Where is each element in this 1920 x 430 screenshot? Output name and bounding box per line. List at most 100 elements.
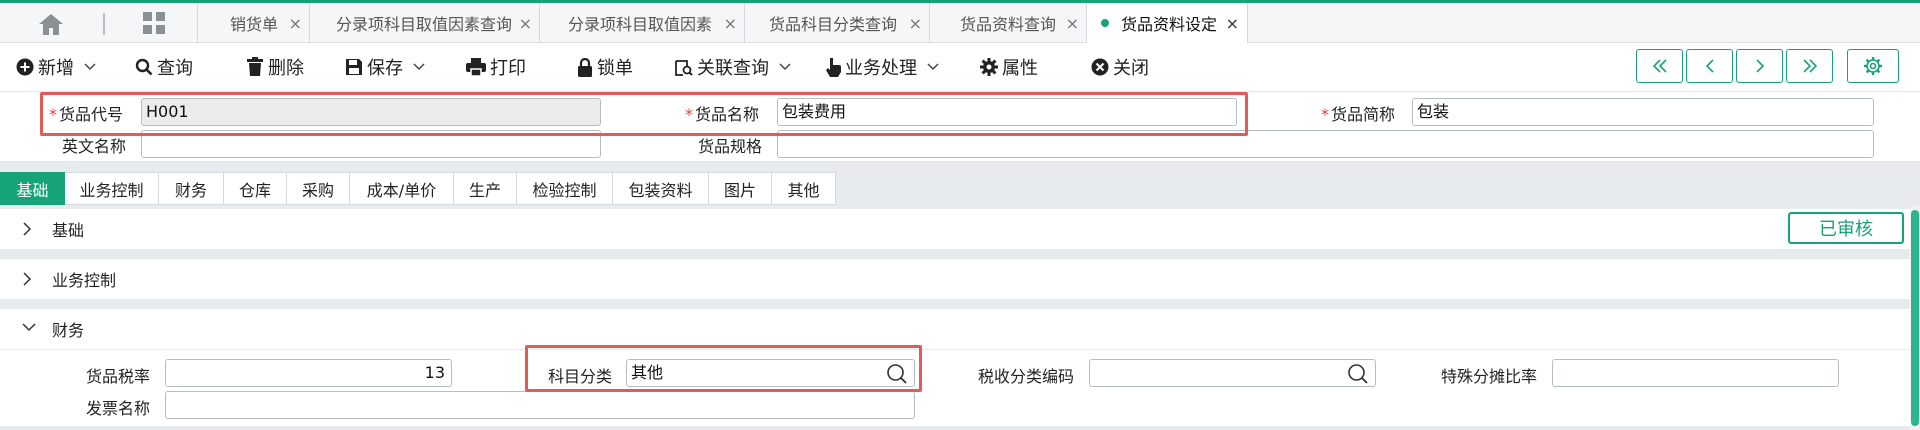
print-button[interactable]: 打印	[466, 55, 526, 79]
properties-button[interactable]: 属性	[980, 55, 1038, 79]
window-tab-bar: 销货单 × 分录项科目取值因素查询 × 分录项科目取值因素 × 货品科目分类查询…	[0, 0, 1920, 43]
lock-icon	[578, 57, 592, 77]
chevron-right-icon	[1755, 59, 1764, 73]
add-button[interactable]: 新增	[16, 55, 100, 79]
invoice-name-field[interactable]	[165, 391, 915, 419]
tab-label: 货品科目分类查询	[769, 15, 898, 34]
chevron-right-icon	[23, 272, 32, 286]
lock-label: 锁单	[597, 58, 633, 79]
search-icon	[135, 58, 153, 76]
chevron-right-icon	[23, 222, 32, 236]
section-title: 财务	[52, 321, 85, 340]
business-process-button[interactable]: 业务处理	[825, 55, 943, 79]
tab-business-control[interactable]: 业务控制	[65, 172, 159, 205]
related-query-icon	[675, 59, 693, 76]
tab-sales-slip[interactable]: 销货单 ×	[197, 3, 310, 43]
chevron-down-icon[interactable]	[927, 63, 939, 71]
close-icon[interactable]: ×	[1226, 14, 1239, 33]
goods-short-name-field[interactable]: 包装	[1412, 98, 1874, 126]
scrollbar-thumb[interactable]	[1911, 210, 1919, 426]
tab-label: 分录项科目取值因素查询	[336, 15, 513, 34]
tab-goods-subject-category-query[interactable]: 货品科目分类查询 ×	[744, 3, 930, 43]
tax-rate-label: 货品税率	[86, 367, 151, 386]
related-query-button[interactable]: 关联查询	[675, 55, 795, 79]
chevron-down-icon[interactable]	[413, 63, 425, 71]
tab-goods-info-setup[interactable]: 货品资料设定 ×	[1086, 3, 1248, 43]
section-title: 业务控制	[52, 271, 117, 290]
tab-production[interactable]: 生产	[454, 172, 517, 205]
save-button[interactable]: 保存	[345, 55, 429, 79]
add-label: 新增	[38, 58, 74, 79]
tab-label: 货品资料设定	[1121, 15, 1218, 34]
business-process-label: 业务处理	[845, 58, 917, 79]
tab-inspection-control[interactable]: 检验控制	[517, 172, 613, 205]
special-allocation-ratio-label: 特殊分摊比率	[1441, 367, 1538, 386]
close-icon[interactable]: ×	[909, 14, 922, 33]
goods-short-name-label: * 货品简称	[1321, 101, 1395, 125]
floppy-disk-icon	[346, 59, 362, 75]
close-icon[interactable]: ×	[289, 14, 302, 33]
status-badge: 已审核	[1788, 212, 1904, 244]
query-button[interactable]: 查询	[135, 55, 193, 79]
finance-panel: 货品税率 13 科目分类 其他 税收分类编码 特殊分摊比率 发票名称	[0, 350, 1910, 426]
last-record-button[interactable]	[1786, 49, 1833, 83]
chevron-down-icon[interactable]	[779, 63, 791, 71]
tab-packaging-info[interactable]: 包装资料	[613, 172, 709, 205]
plus-circle-icon	[16, 58, 34, 76]
tab-label: 销货单	[230, 15, 279, 34]
save-label: 保存	[367, 58, 403, 79]
goods-short-name-label-text: 货品简称	[1331, 105, 1396, 124]
chevron-left-icon	[1705, 59, 1714, 73]
close-label: 关闭	[1113, 58, 1149, 79]
tab-basic[interactable]: 基础	[0, 172, 65, 205]
special-allocation-ratio-field[interactable]	[1552, 359, 1839, 387]
tab-entry-subject-factor[interactable]: 分录项科目取值因素 ×	[539, 3, 745, 43]
gear-icon	[980, 58, 998, 76]
settings-button[interactable]	[1847, 49, 1899, 83]
divider	[103, 13, 105, 35]
invoice-name-label: 发票名称	[86, 399, 151, 418]
tab-finance[interactable]: 财务	[159, 172, 224, 205]
hand-pointer-icon	[826, 58, 841, 77]
previous-record-button[interactable]	[1686, 49, 1733, 83]
tab-warehouse[interactable]: 仓库	[224, 172, 287, 205]
tab-goods-info-query[interactable]: 货品资料查询 ×	[929, 3, 1087, 43]
printer-icon	[466, 58, 486, 76]
query-label: 查询	[157, 58, 193, 79]
home-icon[interactable]	[36, 11, 66, 37]
chevron-down-icon[interactable]	[84, 63, 96, 71]
tax-category-code-field[interactable]	[1089, 359, 1376, 387]
tab-cost-price[interactable]: 成本/单价	[350, 172, 454, 205]
highlight-box	[525, 345, 922, 392]
goods-spec-label: 货品规格	[698, 137, 763, 156]
tax-category-code-label: 税收分类编码	[978, 367, 1075, 386]
related-query-label: 关联查询	[697, 58, 769, 79]
lock-button[interactable]: 锁单	[577, 55, 633, 79]
close-button[interactable]: 关闭	[1091, 55, 1149, 79]
close-icon[interactable]: ×	[1066, 14, 1079, 33]
section-basic-header[interactable]: 基础	[0, 209, 1910, 249]
chevron-down-icon	[22, 323, 36, 332]
section-finance-header[interactable]: 财务	[0, 309, 1910, 349]
tab-images[interactable]: 图片	[709, 172, 772, 205]
tab-purchase[interactable]: 采购	[287, 172, 350, 205]
required-mark: *	[1321, 105, 1329, 124]
close-icon[interactable]: ×	[724, 14, 737, 33]
tab-entry-subject-factor-query[interactable]: 分录项科目取值因素查询 ×	[309, 3, 540, 43]
first-record-button[interactable]	[1636, 49, 1683, 83]
double-chevron-left-icon	[1652, 59, 1667, 73]
tab-label: 货品资料查询	[960, 15, 1057, 34]
active-dot-icon	[1101, 19, 1109, 27]
app-grid-icon[interactable]	[142, 11, 166, 35]
search-icon[interactable]	[1347, 363, 1369, 385]
delete-label: 删除	[268, 58, 304, 79]
section-title: 基础	[52, 221, 85, 240]
section-business-control-header[interactable]: 业务控制	[0, 259, 1910, 299]
tab-label: 分录项科目取值因素	[568, 15, 713, 34]
tab-other[interactable]: 其他	[772, 172, 836, 205]
delete-button[interactable]: 删除	[246, 55, 304, 79]
tax-rate-field[interactable]: 13	[165, 359, 452, 387]
trash-icon	[247, 57, 263, 76]
close-icon[interactable]: ×	[519, 14, 532, 33]
next-record-button[interactable]	[1736, 49, 1783, 83]
